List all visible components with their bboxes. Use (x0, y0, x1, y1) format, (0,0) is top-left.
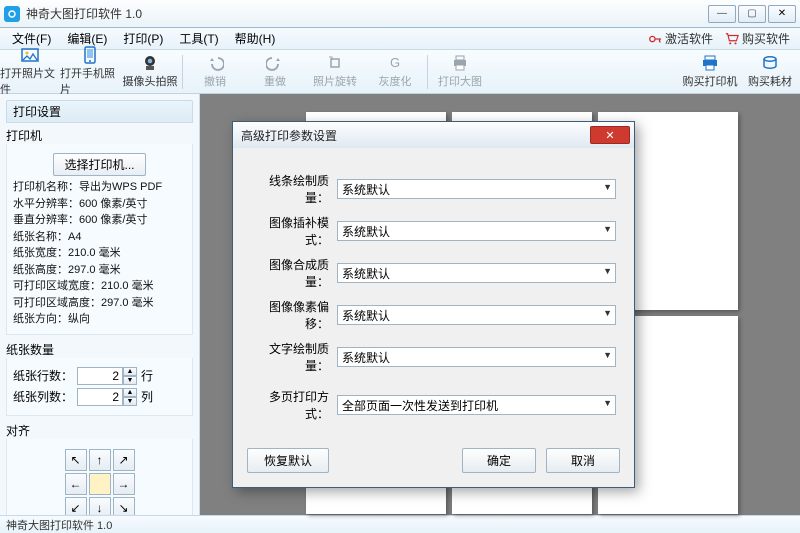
toolbar-separator (182, 55, 183, 89)
print-settings-header: 打印设置 (6, 100, 193, 123)
line-quality-label: 线条绘制质量： (251, 172, 337, 206)
sidebar: 打印设置 打印机 选择打印机... 打印机名称：导出为WPS PDF 水平分辨率… (0, 94, 200, 515)
menu-tools[interactable]: 工具(T) (171, 28, 226, 49)
tool-buy-printer[interactable]: 购买打印机 (680, 50, 740, 94)
alignment-grid: ↖ ↑ ↗ ← → ↙ ↓ ↘ (65, 449, 135, 516)
dialog-titlebar[interactable]: 高级打印参数设置 ✕ (233, 122, 634, 148)
text-quality-combo[interactable]: ▼ (337, 347, 616, 367)
composite-label: 图像合成质量： (251, 256, 337, 290)
toolbar-separator (427, 55, 428, 89)
supplies-icon (761, 54, 779, 72)
tool-open-image[interactable]: 打开照片文件 (0, 50, 60, 94)
line-quality-combo[interactable]: ▼ (337, 179, 616, 199)
menubar: 文件(F) 编辑(E) 打印(P) 工具(T) 帮助(H) 激活软件 购买软件 (0, 28, 800, 50)
gray-icon: G (386, 54, 404, 72)
menu-print[interactable]: 打印(P) (115, 28, 171, 49)
buy-software[interactable]: 购买软件 (719, 28, 796, 49)
select-printer-button[interactable]: 选择打印机... (53, 153, 145, 176)
text-quality-label: 文字绘制质量： (251, 340, 337, 374)
rows-input[interactable] (77, 367, 123, 385)
composite-combo[interactable]: ▼ (337, 263, 616, 283)
interp-mode-label: 图像插补模式： (251, 214, 337, 248)
svg-text:G: G (390, 55, 400, 70)
multipage-label: 多页打印方式： (251, 388, 337, 422)
dialog-close-button[interactable]: ✕ (590, 126, 630, 144)
align-subheader: 对齐 (6, 422, 193, 439)
minimize-button[interactable]: — (708, 5, 736, 23)
window-title: 神奇大图打印软件 1.0 (26, 5, 708, 22)
pages-subheader: 纸张数量 (6, 341, 193, 358)
printer-icon (451, 54, 469, 72)
window-titlebar: 神奇大图打印软件 1.0 — ▢ ✕ (0, 0, 800, 28)
printer-info: 打印机名称：导出为WPS PDF 水平分辨率：600 像素/英寸 垂直分辨率：6… (13, 179, 186, 328)
rows-stepper[interactable]: ▲▼ (77, 367, 137, 385)
tool-rotate[interactable]: 照片旋转 (305, 50, 365, 94)
cancel-button[interactable]: 取消 (546, 448, 620, 473)
cols-unit: 列 (141, 388, 153, 405)
align-br[interactable]: ↘ (113, 497, 135, 516)
interp-mode-combo[interactable]: ▼ (337, 221, 616, 241)
key-icon (648, 32, 662, 46)
statusbar: 神奇大图打印软件 1.0 (0, 515, 800, 533)
cols-input[interactable] (77, 388, 123, 406)
phone-icon (81, 46, 99, 64)
tool-redo[interactable]: 重做 (245, 50, 305, 94)
app-icon (4, 6, 20, 22)
tool-undo[interactable]: 撤销 (185, 50, 245, 94)
align-c[interactable] (89, 473, 111, 495)
ok-button[interactable]: 确定 (462, 448, 536, 473)
cart-icon (725, 32, 739, 46)
image-icon (21, 46, 39, 64)
restore-defaults-button[interactable]: 恢复默认 (247, 448, 329, 473)
buy-label: 购买软件 (742, 30, 790, 47)
menu-help[interactable]: 帮助(H) (227, 28, 284, 49)
close-button[interactable]: ✕ (768, 5, 796, 23)
printer-subheader: 打印机 (6, 127, 193, 144)
undo-icon (206, 54, 224, 72)
multipage-combo[interactable]: ▼ (337, 395, 616, 415)
tool-camera[interactable]: 摄像头拍照 (120, 50, 180, 94)
rows-label: 纸张行数： (13, 367, 73, 384)
tool-print-big[interactable]: 打印大图 (430, 50, 490, 94)
cols-label: 纸张列数： (13, 388, 73, 405)
tool-gray[interactable]: G 灰度化 (365, 50, 425, 94)
dialog-title: 高级打印参数设置 (241, 127, 590, 144)
camera-icon (141, 54, 159, 72)
maximize-button[interactable]: ▢ (738, 5, 766, 23)
align-l[interactable]: ← (65, 473, 87, 495)
align-b[interactable]: ↓ (89, 497, 111, 516)
redo-icon (266, 54, 284, 72)
pixel-offset-label: 图像像素偏移： (251, 298, 337, 332)
align-r[interactable]: → (113, 473, 135, 495)
align-tl[interactable]: ↖ (65, 449, 87, 471)
tool-open-phone[interactable]: 打开手机照片 (60, 50, 120, 94)
activate-label: 激活软件 (665, 30, 713, 47)
align-bl[interactable]: ↙ (65, 497, 87, 516)
toolbar: 打开照片文件 打开手机照片 摄像头拍照 撤销 重做 照片旋转 G 灰度化 打印大… (0, 50, 800, 94)
activate-software[interactable]: 激活软件 (642, 28, 719, 49)
tool-buy-supplies[interactable]: 购买耗材 (740, 50, 800, 94)
cols-stepper[interactable]: ▲▼ (77, 388, 137, 406)
rows-unit: 行 (141, 367, 153, 384)
advanced-print-dialog: 高级打印参数设置 ✕ 线条绘制质量： ▼ 图像插补模式： ▼ 图像合成质量： ▼… (232, 121, 635, 488)
pixel-offset-combo[interactable]: ▼ (337, 305, 616, 325)
rotate-icon (326, 54, 344, 72)
align-t[interactable]: ↑ (89, 449, 111, 471)
printer-shop-icon (701, 54, 719, 72)
align-tr[interactable]: ↗ (113, 449, 135, 471)
